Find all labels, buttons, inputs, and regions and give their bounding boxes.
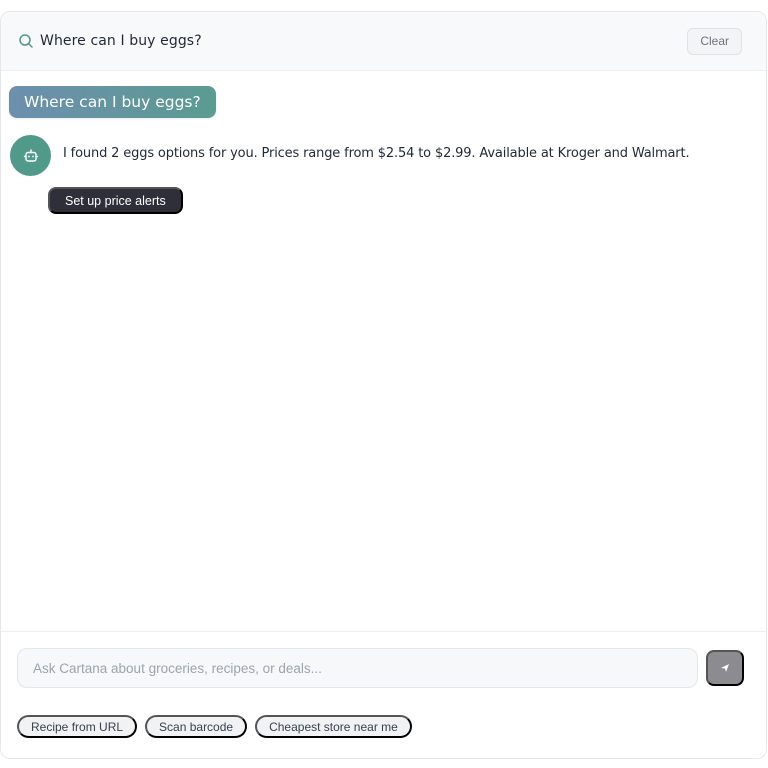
price-alerts-button[interactable]: Set up price alerts (48, 187, 183, 214)
suggestion-scan-barcode[interactable]: Scan barcode (145, 715, 248, 738)
suggestion-recipe-from-url[interactable]: Recipe from URL (17, 715, 138, 738)
send-button[interactable] (706, 650, 744, 686)
suggestion-chips: Recipe from URL Scan barcode Cheapest st… (17, 715, 412, 738)
composer-area: Recipe from URL Scan barcode Cheapest st… (1, 631, 766, 758)
bot-avatar (10, 135, 51, 176)
message-input-wrapper[interactable] (17, 648, 698, 688)
send-icon (720, 663, 730, 673)
bot-message: I found 2 eggs options for you. Prices r… (63, 146, 690, 161)
chat-panel: Where can I buy eggs? Clear Where can I … (0, 11, 767, 759)
suggestion-cheapest-store[interactable]: Cheapest store near me (255, 715, 412, 738)
message-input[interactable] (33, 660, 682, 676)
bot-icon (23, 148, 39, 164)
search-header: Where can I buy eggs? Clear (1, 12, 766, 71)
user-message: Where can I buy eggs? (9, 86, 216, 118)
clear-button[interactable]: Clear (687, 27, 742, 55)
search-icon (18, 33, 34, 49)
search-query: Where can I buy eggs? (40, 33, 202, 49)
